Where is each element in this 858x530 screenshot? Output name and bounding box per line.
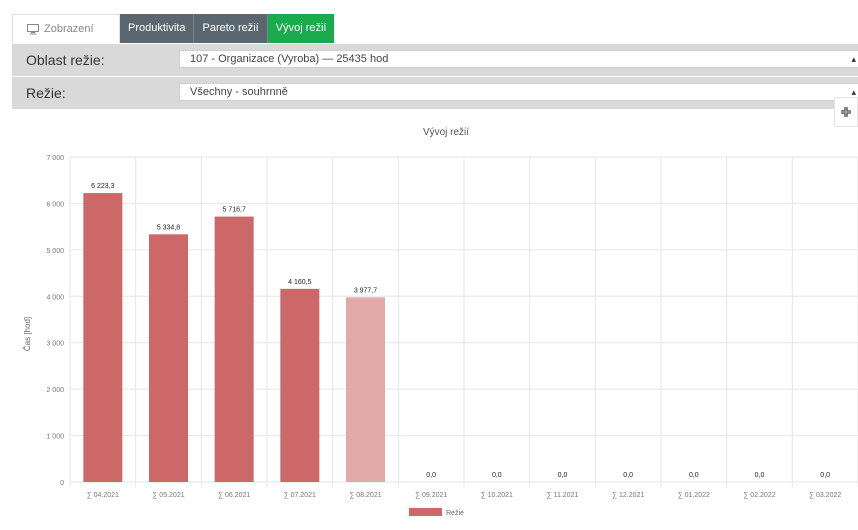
chart-title: Vývoj režií [423, 127, 469, 138]
legend-label: Režie [446, 510, 464, 517]
x-tick-label: ∑ 01.2022 [678, 492, 710, 499]
tab-label: Vývoj režií [275, 22, 327, 34]
x-tick-label: ∑ 05.2021 [152, 492, 184, 499]
legend-swatch [409, 508, 442, 516]
bar-value-label: 5 334,8 [157, 224, 180, 231]
tab-produktivita[interactable]: Produktivita [120, 14, 195, 43]
bar-value-label: 3 977,7 [354, 287, 377, 294]
oblast-select-value: 107 - Organizace (Vyroba) — 25435 hod [190, 53, 389, 65]
x-tick-label: ∑ 07.2021 [284, 492, 316, 499]
bar-value-label: 0,0 [755, 472, 765, 479]
y-tick-label: 1 000 [46, 434, 64, 441]
oblast-label: Oblast režie: [26, 52, 105, 68]
rezie-select-value: Všechny - souhrnně [190, 86, 288, 98]
y-axis-label: Čas [hod] [23, 317, 32, 351]
y-tick-label: 3 000 [46, 341, 64, 348]
rezie-label: Režie: [26, 85, 66, 101]
bar [346, 297, 385, 482]
bar [83, 193, 123, 482]
bar-value-label: 0,0 [689, 472, 699, 479]
select-arrows-icon: ▴ [851, 54, 856, 64]
bar-value-label: 0,0 [820, 472, 830, 479]
y-tick-label: 6 000 [46, 201, 64, 208]
x-tick-label: ∑ 08.2021 [349, 492, 381, 499]
tab-label: Pareto režií [202, 22, 259, 34]
bar-value-label: 5 716,7 [222, 207, 245, 214]
y-tick-label: 4 000 [46, 294, 64, 301]
rezie-filter-row: Režie: Všechny - souhrnně ▴ [12, 77, 858, 109]
tab-label: Zobrazení [44, 22, 94, 35]
y-tick-label: 0 [60, 480, 64, 487]
x-tick-label: ∑ 04.2021 [87, 492, 119, 499]
bar-value-label: 0,0 [623, 472, 633, 479]
tab-pareto-rezii[interactable]: Pareto režií [194, 14, 268, 43]
x-tick-label: ∑ 06.2021 [218, 492, 250, 499]
tab-vyvoj-rezii[interactable]: Vývoj režií [267, 14, 335, 43]
rezie-select[interactable]: Všechny - souhrnně ▴ [179, 83, 858, 101]
monitor-icon [27, 23, 39, 34]
x-tick-label: ∑ 12.2021 [612, 492, 644, 499]
bar [280, 288, 320, 482]
view-tabs: Zobrazení Produktivita Pareto režií Vývo… [12, 14, 335, 43]
bar-value-label: 0,0 [492, 472, 502, 479]
y-tick-label: 2 000 [46, 387, 64, 394]
bar-value-label: 0,0 [558, 472, 568, 479]
x-tick-label: ∑ 03.2022 [809, 492, 841, 499]
x-tick-label: ∑ 10.2021 [481, 492, 513, 499]
bar-chart: Vývoj režií Čas [hod] 0 1 000 2 000 3 000 4 … [23, 127, 858, 517]
x-tick-label: ∑ 02.2022 [743, 492, 775, 499]
y-tick-label: 5 000 [46, 248, 64, 255]
oblast-select[interactable]: 107 - Organizace (Vyroba) — 25435 hod ▴ [179, 50, 858, 68]
bar [214, 216, 254, 482]
chart-panel: Vývoj režií Čas [hod] 0 1 000 2 000 3 000 4 … [12, 114, 858, 525]
tab-label: Produktivita [128, 22, 186, 34]
bar-value-label: 6 223,3 [91, 183, 114, 190]
tab-zobrazeni[interactable]: Zobrazení [12, 14, 120, 43]
oblast-filter-row: Oblast režie: 107 - Organizace (Vyroba) … [12, 44, 858, 76]
bar-value-label: 4 160,5 [288, 279, 311, 286]
x-tick-label: ∑ 11.2021 [547, 492, 579, 499]
x-tick-label: ∑ 09.2021 [415, 492, 447, 499]
bar-value-label: 0,0 [426, 472, 436, 479]
y-tick-label: 7 000 [46, 155, 64, 162]
bar [149, 234, 188, 482]
